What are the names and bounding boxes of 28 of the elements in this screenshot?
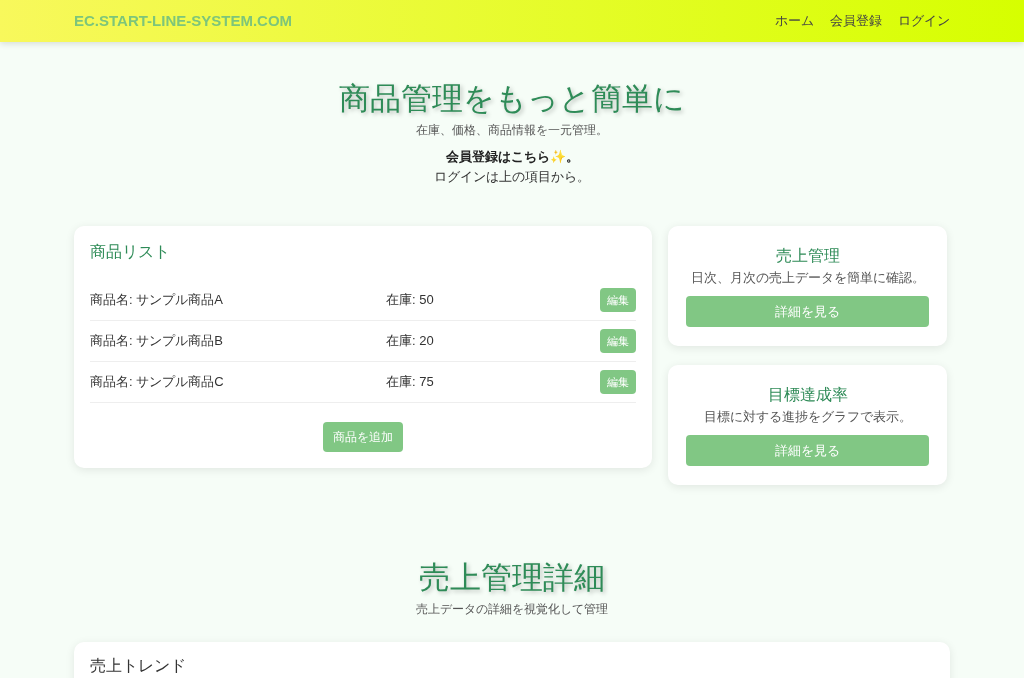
product-name: 商品名: サンプル商品A xyxy=(90,291,224,310)
edit-button[interactable]: 編集 xyxy=(600,287,636,313)
card-title: 売上管理 xyxy=(774,246,841,267)
section-title: 売上管理詳細 xyxy=(418,559,606,597)
add-product-button[interactable]: 商品を追加 xyxy=(323,422,403,453)
site-logo[interactable]: EC.START-LINE-SYSTEM.COM xyxy=(74,9,293,33)
section-subtitle: 売上データの詳細を視覚化して管理 xyxy=(415,601,609,619)
login-note: ログインは上の項目から。 xyxy=(433,167,591,186)
card-title: 目標達成率 xyxy=(766,385,849,406)
card-title: 商品リスト xyxy=(90,242,171,263)
nav-link-item[interactable]: 会員登録 xyxy=(830,11,882,31)
card-description: 目標に対する進捗をグラフで表示。 xyxy=(702,408,913,427)
stock-count: 在庫: 20 xyxy=(386,332,435,351)
hero-subtitle: 在庫、価格、商品情報を一元管理。 xyxy=(415,122,609,140)
card-description: 日次、月次の売上データを簡単に確認。 xyxy=(689,269,926,288)
product-name: 商品名: サンプル商品C xyxy=(90,373,225,392)
edit-button[interactable]: 編集 xyxy=(600,328,636,354)
hero-title: 商品管理をもっと簡単に xyxy=(338,80,686,118)
nav-link-item[interactable]: ホーム xyxy=(775,11,814,31)
nav-link-item[interactable]: ログイン xyxy=(898,11,950,31)
stock-count: 在庫: 50 xyxy=(386,291,435,310)
card-title: 売上トレンド xyxy=(90,656,187,677)
product-name: 商品名: サンプル商品B xyxy=(90,332,224,351)
details-button[interactable]: 詳細を見る xyxy=(686,434,929,467)
edit-button[interactable]: 編集 xyxy=(600,369,636,395)
details-button[interactable]: 詳細を見る xyxy=(686,295,929,328)
stock-count: 在庫: 75 xyxy=(386,373,435,392)
signup-text: 会員登録はこちら✨。 xyxy=(444,148,580,167)
